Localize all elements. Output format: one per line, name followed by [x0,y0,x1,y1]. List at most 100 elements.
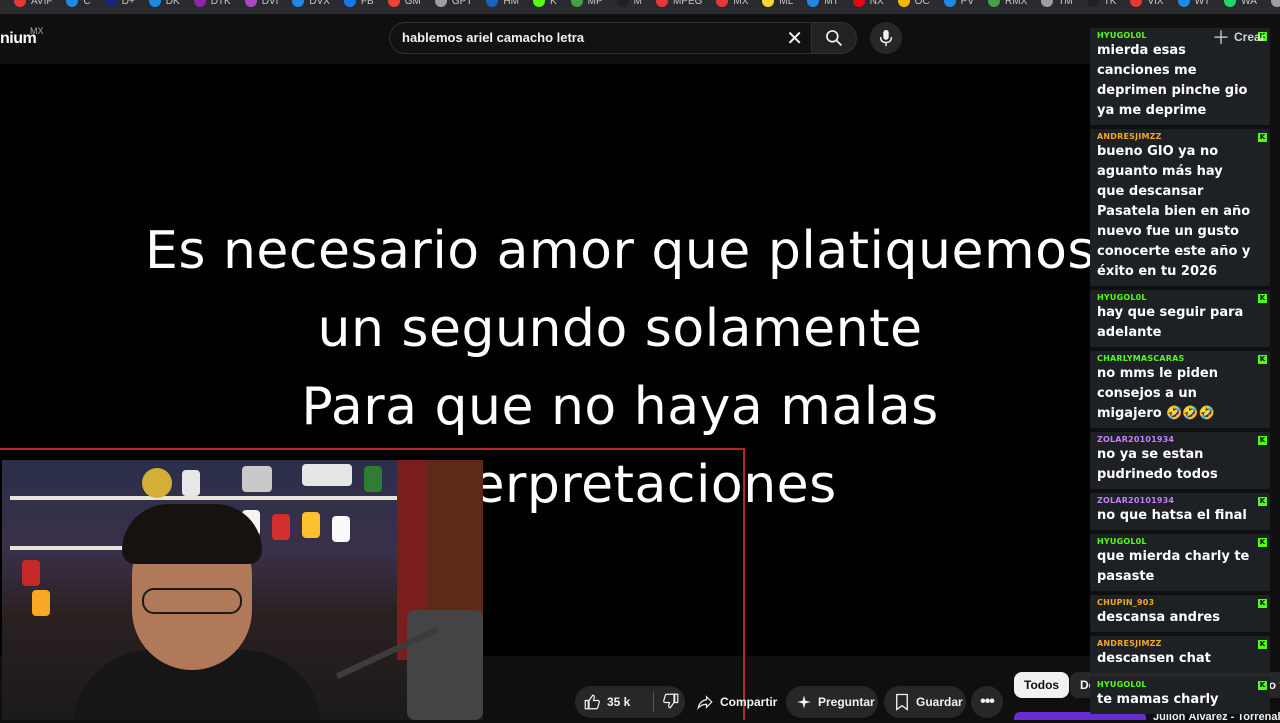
bookmark-item[interactable]: M [616,0,642,8]
bookmark-item[interactable]: ML [762,0,793,8]
bookmark-item[interactable]: MP [570,0,603,8]
search-input[interactable]: hablemos ariel camacho letra ✕ [389,22,811,54]
chair [407,610,483,720]
kick-badge-icon: K [1258,133,1267,142]
bookmark-item[interactable]: WT [1177,0,1210,8]
bookmark-favicon-icon [716,0,729,7]
kick-badge-icon: K [1258,538,1267,547]
lyric-line: Para que no haya malas [301,377,939,437]
bookmark-label: FB [360,0,374,7]
bookmark-item[interactable]: NX [852,0,884,8]
door [427,460,483,620]
bookmark-favicon-icon [616,0,629,7]
bookmark-label: DVI [261,0,279,7]
bookmark-item[interactable]: MX [716,0,748,8]
voice-search-button[interactable] [870,22,902,54]
chat-username: HYUGOL0L [1097,680,1147,689]
bookmark-item[interactable]: TK [1086,0,1116,8]
chat-message: HYUGOL0L que mierda charly te pasaste K [1090,534,1270,591]
bookmark-item[interactable]: RMX [988,0,1027,8]
bookmark-favicon-icon [193,0,206,7]
bookmark-label: K [549,0,557,7]
save-button[interactable]: Guardar [884,686,966,718]
bookmark-item[interactable]: WK [1270,0,1280,8]
bookmark-label: MX [733,0,749,7]
bookmark-item[interactable]: C [66,0,91,8]
divider [653,692,654,712]
bookmark-label: DVX [309,0,330,7]
search-query[interactable]: hablemos ariel camacho letra [402,30,584,45]
chat-text: no que hatsa el final [1097,508,1247,523]
bookmark-favicon-icon [244,0,257,7]
collectible [32,590,50,616]
bookmark-favicon-icon [1224,0,1237,7]
bookmark-favicon-icon [1041,0,1054,7]
bookmark-item[interactable]: OC [897,0,930,8]
bookmark-item[interactable]: DVI [244,0,279,8]
bookmark-label: M [633,0,642,7]
bookmark-item[interactable]: TM [1041,0,1073,8]
bookmark-item[interactable]: HM [486,0,519,8]
bookmark-item[interactable]: WA [1224,0,1257,8]
kick-badge-icon: K [1258,294,1267,303]
bookmark-label: MP [587,0,603,7]
bookmark-label: MPEG [672,0,703,7]
bookmark-label: RMX [1005,0,1028,7]
bookmark-item[interactable]: D+ [104,0,135,8]
sparkle-icon [797,695,811,709]
bookmark-favicon-icon [1086,0,1099,7]
share-button[interactable]: Compartir [692,686,780,718]
chat-username: HYUGOL0L [1097,537,1147,546]
search-button[interactable] [811,22,857,54]
bookmark-item[interactable]: DVX [292,0,330,8]
collectible [182,470,200,496]
bookmark-item[interactable]: MT [807,0,839,8]
bookmark-favicon-icon [387,0,400,7]
bookmark-label: D+ [121,0,135,7]
bookmark-favicon-icon [807,0,820,7]
collectible [142,468,172,498]
bookmarks-bar: AVIF C D+ DK DTK DVI DVX FB GM GPT HM K MP M MPEG MX ML M… [0,0,1280,14]
like-button[interactable]: 35 k [583,693,647,711]
bookmark-item[interactable]: DK [148,0,180,8]
kick-badge-icon: K [1258,436,1267,445]
bookmark-item[interactable]: GM [387,0,421,8]
bookmark-favicon-icon [762,0,775,7]
create-label: Crear [1234,30,1266,44]
bookmark-label: AVIF [31,0,53,7]
chat-message: ZOLAR20101934 no que hatsa el final K [1090,493,1270,530]
kick-badge-icon: K [1258,497,1267,506]
collectible [364,466,382,492]
collectible [22,560,40,586]
bookmark-icon [896,693,908,711]
bookmark-label: ML [779,0,794,7]
bookmark-item[interactable]: AVIF [14,0,52,8]
bookmark-favicon-icon [292,0,305,7]
chat-username: CHUPIN_903 [1097,598,1155,607]
bookmark-item[interactable]: PV [943,0,974,8]
bookmark-favicon-icon [570,0,583,7]
bookmark-item[interactable]: VIX [1130,0,1164,8]
bookmark-label: DTK [210,0,231,7]
save-label: Guardar [916,695,963,709]
ask-button[interactable]: Preguntar [786,686,878,718]
bookmark-favicon-icon [943,0,956,7]
chat-message: ZOLAR20101934 no ya se estan pudrinedo to… [1090,432,1270,489]
bookmark-label: WA [1241,0,1257,7]
bookmark-favicon-icon [343,0,356,7]
bookmark-item[interactable]: DTK [193,0,231,8]
chat-text: mierda esas canciones me deprimen pinche… [1097,43,1248,118]
chip-all[interactable]: Todos [1014,672,1070,698]
more-actions-button[interactable]: ••• [971,686,1003,718]
dislike-button[interactable] [662,692,680,713]
bookmark-item[interactable]: GPT [434,0,472,8]
bookmark-item[interactable]: MPEG [655,0,703,8]
close-icon[interactable]: ✕ [786,27,803,49]
create-button[interactable]: ＋ Crear [1212,24,1265,50]
bookmark-favicon-icon [14,0,26,7]
bookmark-item[interactable]: FB [343,0,374,8]
microphone-icon [879,29,893,47]
stream-chat-overlay: HYUGOL0L mierda esas canciones me deprime… [1090,28,1270,720]
search-icon [826,30,843,47]
bookmark-item[interactable]: K [532,0,557,8]
